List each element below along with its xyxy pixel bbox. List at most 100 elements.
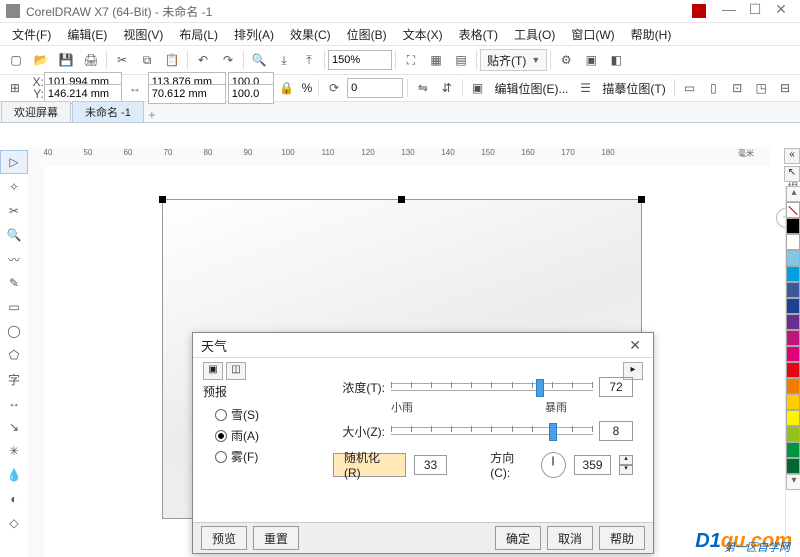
menu-h[interactable]: 帮助(H): [623, 24, 680, 45]
color-swatch[interactable]: [786, 266, 800, 282]
zoom-input[interactable]: [328, 50, 392, 70]
direction-dial[interactable]: [541, 452, 566, 478]
fullscreen-icon[interactable]: ⛶: [399, 48, 423, 72]
radio-snow[interactable]: 雪(S): [215, 406, 313, 423]
misc-icon-5[interactable]: ⊟: [774, 76, 796, 100]
direction-value[interactable]: 359: [574, 455, 611, 475]
fill-tool-icon[interactable]: ◐: [0, 488, 28, 510]
cut-icon[interactable]: ✂: [110, 48, 134, 72]
reset-button[interactable]: 重置: [253, 526, 299, 550]
color-swatch[interactable]: [786, 250, 800, 266]
rectangle-tool-icon[interactable]: ▭: [0, 296, 28, 318]
menu-e[interactable]: 编辑(E): [59, 24, 115, 45]
launch-icon[interactable]: ▣: [579, 48, 603, 72]
radio-rain[interactable]: 雨(A): [215, 427, 313, 444]
edit-bitmap-button[interactable]: 编辑位图(E)...: [491, 80, 573, 97]
randomize-value[interactable]: 33: [414, 455, 447, 475]
scale-y-input[interactable]: [228, 84, 274, 104]
ok-button[interactable]: 确定: [495, 526, 541, 550]
color-swatch[interactable]: [786, 234, 800, 250]
tab-document[interactable]: 未命名 -1: [72, 101, 144, 122]
misc-icon-1[interactable]: ▭: [679, 76, 701, 100]
ellipse-tool-icon[interactable]: ◯: [0, 320, 28, 342]
snap-dropdown[interactable]: 贴齐(T)▼: [480, 49, 547, 71]
menu-a[interactable]: 排列(A): [226, 24, 282, 45]
cancel-button[interactable]: 取消: [547, 526, 593, 550]
crop-icon[interactable]: ▣: [467, 76, 489, 100]
outline-tool-icon[interactable]: ◇: [0, 512, 28, 534]
color-swatch[interactable]: [786, 442, 800, 458]
radio-fog[interactable]: 雾(F): [215, 448, 313, 465]
color-swatch[interactable]: [786, 426, 800, 442]
trace-bitmap-button[interactable]: 描摹位图(T): [598, 80, 669, 97]
color-swatch[interactable]: [786, 394, 800, 410]
paste-icon[interactable]: 📋: [160, 48, 184, 72]
lock-ratio-icon[interactable]: 🔒: [276, 76, 298, 100]
misc-icon-3[interactable]: ⊡: [726, 76, 748, 100]
export-icon[interactable]: ⤒: [297, 48, 321, 72]
app-icon2[interactable]: ◧: [604, 48, 628, 72]
freehand-tool-icon[interactable]: 〰: [0, 248, 28, 270]
search-icon[interactable]: 🔍: [247, 48, 271, 72]
dialog-close-icon[interactable]: ✕: [625, 337, 645, 354]
mirror-v-icon[interactable]: ⇵: [436, 76, 458, 100]
view-mode-1-icon[interactable]: ▣: [203, 362, 223, 380]
redo-icon[interactable]: ↷: [216, 48, 240, 72]
open-icon[interactable]: 📂: [29, 48, 53, 72]
color-swatch[interactable]: [786, 458, 800, 474]
menu-l[interactable]: 布局(L): [171, 24, 226, 45]
palette-down-icon[interactable]: ▾: [786, 474, 800, 490]
shape-tool-icon[interactable]: ✧: [0, 176, 28, 198]
pick-tool-icon[interactable]: ▷: [0, 150, 28, 174]
menu-f[interactable]: 文件(F): [4, 24, 59, 45]
save-icon[interactable]: 💾: [54, 48, 78, 72]
preview-button[interactable]: 预览: [201, 526, 247, 550]
color-swatch[interactable]: [786, 298, 800, 314]
palette-up-icon[interactable]: ▴: [786, 186, 800, 202]
misc-icon-2[interactable]: ▯: [703, 76, 725, 100]
menu-o[interactable]: 工具(O): [506, 24, 563, 45]
color-swatch[interactable]: [786, 282, 800, 298]
zoom-tool-icon[interactable]: 🔍: [0, 224, 28, 246]
new-icon[interactable]: ▢: [4, 48, 28, 72]
text-tool-icon[interactable]: 字: [0, 368, 28, 390]
connector-tool-icon[interactable]: ↘: [0, 416, 28, 438]
swatch-nocolor[interactable]: [786, 202, 800, 218]
user-avatar-icon[interactable]: [692, 4, 706, 18]
eyedropper-tool-icon[interactable]: 💧: [0, 464, 28, 486]
menu-b[interactable]: 位图(B): [339, 24, 395, 45]
help-button[interactable]: 帮助: [599, 526, 645, 550]
randomize-button[interactable]: 随机化(R): [333, 453, 406, 477]
close-button[interactable]: ✕: [768, 2, 794, 20]
density-slider[interactable]: [391, 383, 593, 391]
print-icon[interactable]: 🖨: [79, 48, 103, 72]
import-icon[interactable]: ⤓: [272, 48, 296, 72]
crop-tool-icon[interactable]: ✂: [0, 200, 28, 222]
minimize-button[interactable]: —: [716, 2, 742, 20]
color-swatch[interactable]: [786, 378, 800, 394]
menu-w[interactable]: 窗口(W): [563, 24, 622, 45]
color-swatch[interactable]: [786, 362, 800, 378]
size-slider[interactable]: [391, 427, 593, 435]
menu-x[interactable]: 文本(X): [395, 24, 451, 45]
effects-tool-icon[interactable]: ✳: [0, 440, 28, 462]
color-swatch[interactable]: [786, 410, 800, 426]
size-value[interactable]: 8: [599, 421, 633, 441]
color-swatch[interactable]: [786, 330, 800, 346]
origin-icon[interactable]: ⊞: [4, 76, 26, 100]
direction-spinner[interactable]: ▴▾: [619, 455, 633, 475]
color-swatch[interactable]: [786, 314, 800, 330]
rotation-input[interactable]: [347, 78, 403, 98]
density-value[interactable]: 72: [599, 377, 633, 397]
view-mode-2-icon[interactable]: ◫: [226, 362, 246, 380]
maximize-button[interactable]: ☐: [742, 2, 768, 20]
height-input[interactable]: [148, 84, 226, 104]
menu-c[interactable]: 效果(C): [282, 24, 339, 45]
misc-icon-4[interactable]: ◳: [750, 76, 772, 100]
options-icon[interactable]: ⚙: [554, 48, 578, 72]
rulers-icon[interactable]: ▦: [424, 48, 448, 72]
grid-icon[interactable]: ▤: [449, 48, 473, 72]
tab-add-button[interactable]: +: [144, 108, 160, 122]
color-swatch[interactable]: [786, 218, 800, 234]
menu-v[interactable]: 视图(V): [115, 24, 171, 45]
